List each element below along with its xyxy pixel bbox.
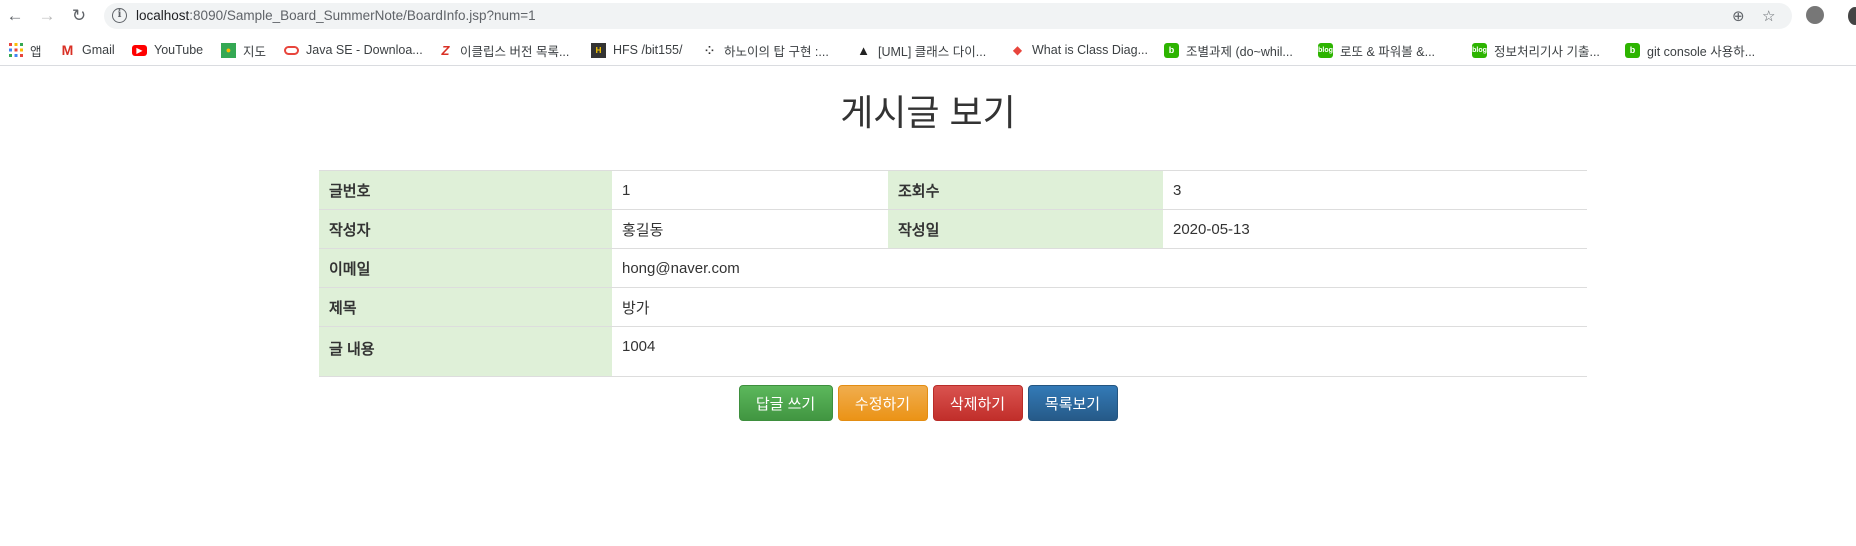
bookmark-label: 앱 — [30, 44, 42, 59]
forward-arrow-icon[interactable]: → — [36, 5, 58, 27]
bookmark-label: 정보처리기사 기출... — [1494, 44, 1600, 59]
subject-value: 방가 — [612, 287, 1587, 327]
reload-icon[interactable]: ↻ — [68, 5, 90, 27]
num-value: 1 — [612, 170, 888, 210]
blog-icon: blog — [1318, 42, 1333, 58]
bookmark-java-se[interactable]: Java SE - Downloa... — [284, 40, 423, 60]
bookmark-label: HFS /bit155/ — [613, 43, 683, 57]
content-value: 1004 — [612, 326, 1587, 377]
email-value: hong@naver.com — [612, 248, 1587, 288]
extension-icon[interactable] — [1806, 6, 1824, 24]
url-path: :8090/Sample_Board_SummerNote/BoardInfo.… — [189, 8, 536, 23]
edit-button[interactable]: 수정하기 — [837, 385, 928, 421]
bookmark-label: 로또 & 파워볼 &... — [1340, 44, 1436, 59]
bookmark-lotto[interactable]: blog 로또 & 파워볼 &... — [1318, 40, 1435, 60]
gmail-icon: M — [61, 42, 74, 58]
bookmark-label: 이클립스 버전 목록... — [460, 44, 570, 59]
blog-icon: blog — [1472, 42, 1487, 58]
post-info-table: 글번호 1 조회수 3 작성자 홍길동 작성일 2020-05-13 이메일 h… — [319, 170, 1587, 377]
bookmark-maps[interactable]: ● 지도 — [221, 40, 266, 60]
subject-label: 제목 — [319, 287, 612, 327]
diamond-icon: ◆ — [1012, 43, 1023, 57]
table-row: 이메일 hong@naver.com — [319, 248, 1587, 288]
reply-button[interactable]: 답글 쓰기 — [738, 385, 833, 421]
table-row: 제목 방가 — [319, 287, 1587, 327]
url-host: localhost — [136, 8, 190, 23]
table-row: 글 내용 1004 — [319, 326, 1587, 377]
penguin-icon: ▲ — [857, 42, 870, 58]
blog-icon: b — [1164, 42, 1179, 58]
list-button[interactable]: 목록보기 — [1027, 385, 1118, 421]
bookmark-youtube[interactable]: ▶ YouTube — [132, 40, 203, 60]
bookmark-label: What is Class Diag... — [1032, 43, 1149, 57]
bookmark-uml[interactable]: ▲ [UML] 클래스 다이... — [856, 40, 986, 60]
hfs-icon: H — [591, 42, 606, 58]
table-row: 작성자 홍길동 작성일 2020-05-13 — [319, 209, 1587, 249]
action-buttons: 답글 쓰기 수정하기 삭제하기 목록보기 — [0, 385, 1856, 421]
bookmark-git-console[interactable]: b git console 사용하... — [1625, 40, 1755, 60]
bookmarks-bar: 앱 M Gmail ▶ YouTube ● 지도 Java SE - Downl… — [0, 34, 1856, 66]
date-label: 작성일 — [888, 209, 1163, 249]
bookmark-hanoi[interactable]: ⁘ 하노이의 탑 구현 :... — [702, 40, 829, 60]
browser-toolbar: ← → ↻ i localhost:8090/Sample_Board_Summ… — [0, 0, 1856, 32]
bookmark-label: [UML] 클래스 다이... — [878, 44, 987, 59]
email-label: 이메일 — [319, 248, 612, 288]
delete-button[interactable]: 삭제하기 — [932, 385, 1023, 421]
bookmark-gmail[interactable]: M Gmail — [60, 40, 115, 60]
apps-grid-icon — [8, 43, 23, 58]
page-title: 게시글 보기 — [840, 92, 1016, 133]
bookmark-class-diagram[interactable]: ◆ What is Class Diag... — [1010, 40, 1148, 60]
bookmark-eclipse[interactable]: Z 이클립스 버전 목록... — [438, 40, 570, 60]
bookmark-label: YouTube — [154, 43, 204, 57]
views-label: 조회수 — [888, 170, 1163, 210]
table-row: 글번호 1 조회수 3 — [319, 170, 1587, 210]
views-value: 3 — [1163, 170, 1587, 210]
num-label: 글번호 — [319, 170, 612, 210]
profile-avatar-icon[interactable] — [1848, 7, 1856, 25]
content-label: 글 내용 — [319, 326, 612, 377]
bookmark-hfs[interactable]: H HFS /bit155/ — [591, 40, 682, 60]
bookmark-label: Gmail — [82, 43, 115, 57]
bookmark-label: 하노이의 탑 구현 :... — [724, 44, 829, 59]
bookmark-label: 지도 — [243, 44, 267, 59]
bookmark-label: Java SE - Downloa... — [306, 43, 423, 57]
bookmark-apps[interactable]: 앱 — [8, 40, 42, 60]
back-arrow-icon[interactable]: ← — [4, 5, 26, 27]
site-info-icon[interactable]: i — [112, 8, 127, 23]
bookmark-label: 조별과제 (do~whil... — [1186, 44, 1293, 59]
address-bar[interactable]: i localhost:8090/Sample_Board_SummerNote… — [104, 3, 1792, 29]
bookmark-group-project[interactable]: b 조별과제 (do~whil... — [1164, 40, 1293, 60]
writer-value: 홍길동 — [612, 209, 888, 249]
date-value: 2020-05-13 — [1163, 209, 1587, 249]
writer-label: 작성자 — [319, 209, 612, 249]
zoom-icon[interactable]: ⊕ — [1732, 7, 1745, 25]
z-icon: Z — [441, 42, 450, 58]
oracle-icon — [284, 43, 299, 58]
bookmark-star-icon[interactable]: ☆ — [1762, 7, 1775, 25]
youtube-icon: ▶ — [132, 44, 147, 56]
url-text[interactable]: localhost:8090/Sample_Board_SummerNote/B… — [136, 8, 536, 23]
bookmark-exam[interactable]: blog 정보처리기사 기출... — [1472, 40, 1600, 60]
blog-icon: b — [1625, 42, 1640, 58]
bookmark-label: git console 사용하... — [1647, 44, 1756, 59]
maps-icon: ● — [221, 42, 236, 58]
dots-icon: ⁘ — [704, 44, 715, 57]
